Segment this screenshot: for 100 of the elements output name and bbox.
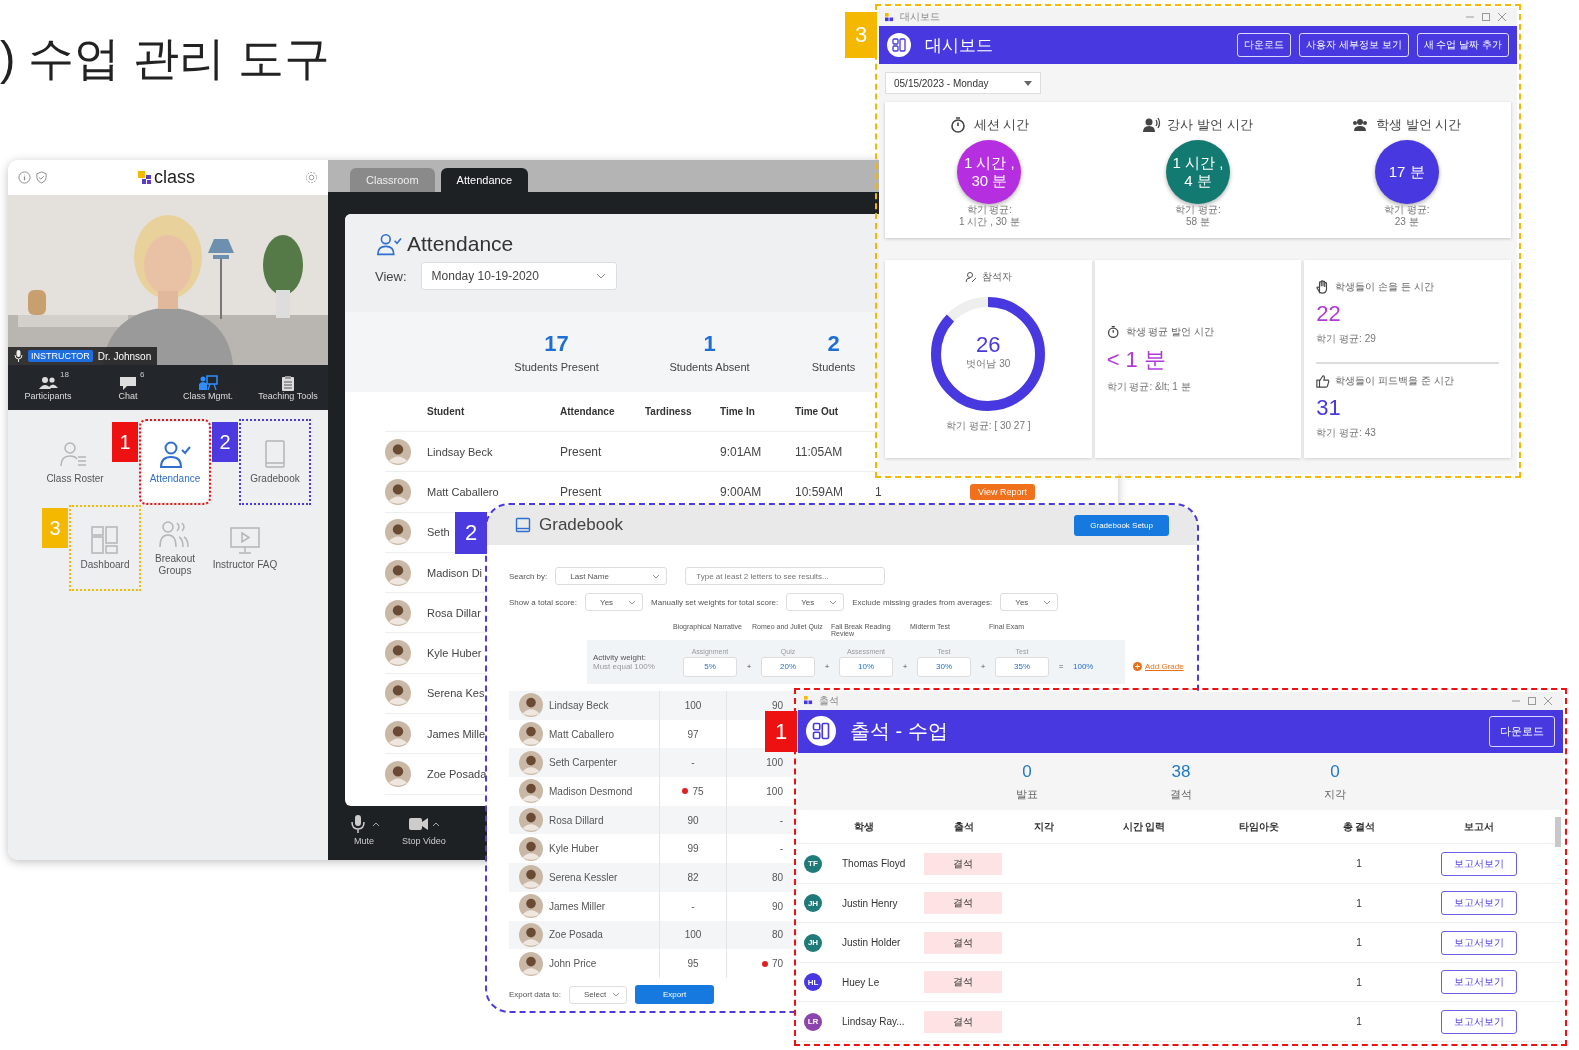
control-button[interactable]: Mute xyxy=(348,814,380,860)
avatar-icon xyxy=(519,894,543,919)
table-cell-text: 1 xyxy=(1355,858,1363,870)
close-icon[interactable] xyxy=(1497,12,1507,22)
tab[interactable]: Attendance xyxy=(440,168,529,192)
date-dropdown[interactable]: Monday 10-19-2020 xyxy=(420,262,617,290)
window-heading: Gradebook xyxy=(539,515,624,535)
student-name: Thomas Floyd xyxy=(842,858,907,870)
window-title: 대시보드 xyxy=(900,10,940,24)
table-cell-text: 1 xyxy=(1355,897,1363,909)
field-label: Show a total score: xyxy=(509,597,578,607)
dropdown[interactable]: Select xyxy=(569,985,628,1004)
close-icon[interactable] xyxy=(1543,695,1553,706)
export-button[interactable]: Export xyxy=(635,985,715,1005)
column-header: 총 결석 xyxy=(1341,820,1377,834)
metric-value: < 1 분 xyxy=(1106,346,1167,375)
score-cell: 90 xyxy=(771,699,783,711)
avatar-icon xyxy=(519,922,543,947)
status-cell: 결석 xyxy=(924,931,1002,954)
view-label: View: xyxy=(375,268,407,284)
role-badge: INSTRUCTOR xyxy=(28,350,93,362)
setup-button[interactable]: Gradebook Setup xyxy=(1074,514,1169,536)
plus-sign: + xyxy=(901,661,909,671)
field-label: Exclude missing grades from averages: xyxy=(852,597,993,607)
settings-icon[interactable] xyxy=(305,171,318,184)
column-header: 보고서 xyxy=(1463,820,1495,834)
date-dropdown[interactable]: 05/15/2023 - Monday xyxy=(885,72,1041,94)
dropdown[interactable]: Last Name xyxy=(555,567,668,585)
stopwatch-icon xyxy=(949,117,968,133)
avatar-icon xyxy=(519,808,543,833)
avatar-icon xyxy=(385,761,411,787)
stat-circle: 1 시간 , 30 분 xyxy=(957,140,1022,204)
report-button[interactable]: 보고서보기 xyxy=(1441,970,1517,995)
table-cell-text: 1 xyxy=(1355,976,1363,988)
score-cell: 95 xyxy=(687,958,699,970)
avatar-icon xyxy=(385,559,411,586)
score-cell: - xyxy=(779,814,783,826)
donut-caption: 벗어남 30 xyxy=(966,358,1011,370)
equals-sign: = xyxy=(1057,661,1065,671)
tool-tile[interactable]: Attendance xyxy=(142,422,208,502)
score-cell: 100 xyxy=(766,785,783,797)
tool-tile[interactable]: Instructor FAQ xyxy=(212,508,278,588)
tool-tile[interactable]: Dashboard xyxy=(72,508,138,588)
dropdown-arrow-icon xyxy=(1024,80,1032,86)
column-header: Time In xyxy=(720,406,756,417)
student-name: Rosa Dillard xyxy=(549,814,604,826)
header-button[interactable]: 새 수업 날짜 추가 xyxy=(1416,33,1509,57)
stat-circle: 17 분 xyxy=(1374,140,1439,204)
status-cell: 결석 xyxy=(924,1010,1002,1033)
dropdown[interactable]: Yes xyxy=(786,593,845,611)
card-label: 참석자 xyxy=(981,270,1012,284)
report-button[interactable]: 보고서보기 xyxy=(1441,930,1517,955)
tool-tile[interactable]: Breakout Groups xyxy=(142,508,208,588)
report-button[interactable]: 보고서보기 xyxy=(1441,891,1517,916)
header-button[interactable]: 사용자 세부정보 보기 xyxy=(1299,33,1409,57)
microphone-icon xyxy=(14,350,23,362)
weight-field[interactable]: 10% xyxy=(839,656,893,677)
student-name: Seth xyxy=(427,526,450,539)
column-header: Time Out xyxy=(795,406,840,417)
dropdown[interactable]: Yes xyxy=(1000,593,1059,611)
score-cell: - xyxy=(779,843,783,855)
report-button[interactable]: 보고서보기 xyxy=(1441,1009,1517,1034)
stat-label: 결석 xyxy=(1169,786,1193,802)
person-check-icon xyxy=(375,232,403,256)
report-button[interactable]: 보고서보기 xyxy=(1441,851,1517,876)
video-screen-icon xyxy=(228,525,262,555)
info-icon[interactable] xyxy=(18,171,31,184)
avatar-initials: LR xyxy=(804,1012,822,1031)
toolbar-button[interactable]: Class Mgmt. xyxy=(170,374,246,401)
stat-label: 지각 xyxy=(1323,786,1347,802)
download-button[interactable]: 다운로드 xyxy=(1489,715,1555,747)
tool-tile[interactable]: Gradebook xyxy=(242,422,308,502)
callout-badge: 1 xyxy=(765,711,797,752)
average-label: 학기 평균: [ 30 27 ] xyxy=(945,420,1032,432)
dropdown[interactable]: Yes xyxy=(585,593,644,611)
shield-icon[interactable] xyxy=(35,171,48,184)
average-label: 학기 평균: 29 xyxy=(1316,333,1377,345)
stat-value: 0 xyxy=(1021,761,1033,782)
weight-field[interactable]: 5% xyxy=(683,656,737,677)
student-name: John Price xyxy=(549,958,597,970)
search-field[interactable]: Type at least 2 letters to see results... xyxy=(685,567,886,585)
weight-label: Activity weight: xyxy=(593,653,647,662)
student-name: Seth Carpenter xyxy=(549,757,617,769)
maximize-icon[interactable] xyxy=(1481,12,1491,22)
weight-field[interactable]: 20% xyxy=(761,656,815,677)
weight-field[interactable]: 35% xyxy=(995,656,1049,677)
control-button[interactable]: Stop Video xyxy=(402,814,446,860)
maximize-icon[interactable] xyxy=(1527,695,1537,706)
tool-tile[interactable]: Class Roster xyxy=(42,422,108,502)
student-name: Madison Desmond xyxy=(549,785,633,797)
logo-text: class xyxy=(154,167,195,188)
avatar-initials: HL xyxy=(804,973,822,992)
card-label: 학생들이 피드백을 준 시간 xyxy=(1335,374,1454,389)
header-button[interactable]: 다운로드 xyxy=(1237,33,1292,57)
weight-field[interactable]: 30% xyxy=(917,656,971,677)
chevron-down-icon xyxy=(628,599,637,605)
toolbar-button[interactable]: Teaching Tools xyxy=(250,374,326,401)
metric-value: 31 xyxy=(1316,395,1342,422)
stat-label: 학생 발언 시간 xyxy=(1376,116,1462,134)
status-cell: 결석 xyxy=(924,852,1002,875)
